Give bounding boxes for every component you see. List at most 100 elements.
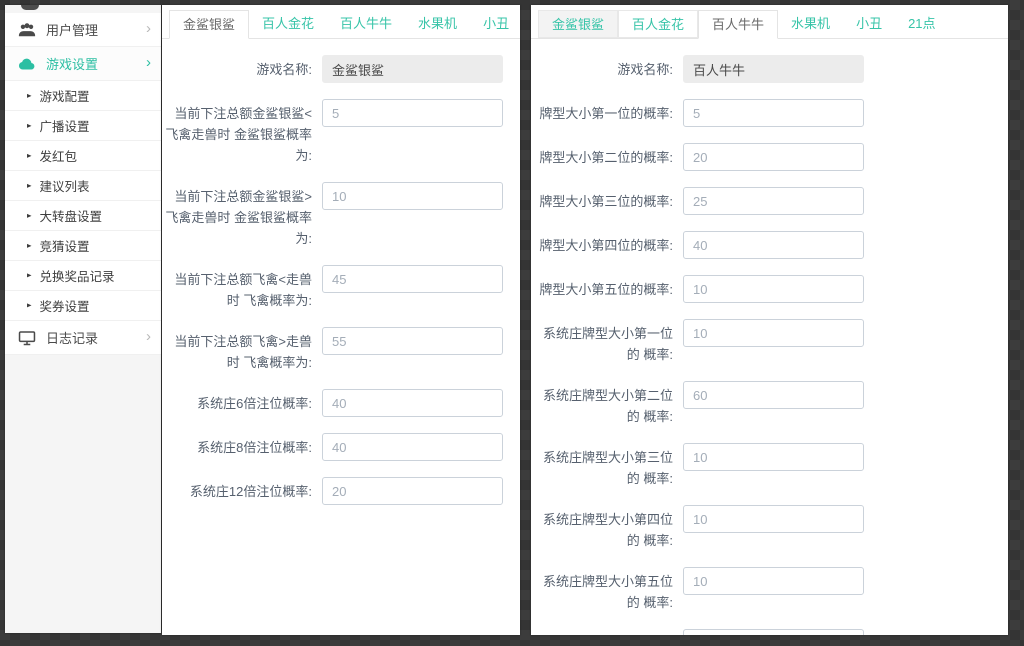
field-label: 系统庄6倍注位概率: — [162, 389, 312, 414]
tab-21点[interactable]: 21点 — [895, 10, 948, 38]
tab-小丑[interactable]: 小丑 — [843, 10, 895, 38]
tab-百人牛牛[interactable]: 百人牛牛 — [698, 10, 778, 39]
sidebar-subitem-label: 奖券设置 — [40, 296, 151, 315]
submenu-arrow-icon: ▸ — [27, 241, 32, 251]
field-input[interactable] — [683, 187, 864, 215]
chevron-right-icon: › — [146, 329, 151, 346]
field-input[interactable] — [683, 319, 864, 347]
field-label: 抽水百分比: — [531, 629, 673, 635]
field-label: 系统庄牌型大小第三位的 概率: — [531, 443, 673, 489]
field-input[interactable] — [683, 143, 864, 171]
game-tabs-left: 金鲨银鲨百人金花百人牛牛水果机小丑21点 — [162, 10, 520, 39]
field-label: 系统庄牌型大小第一位的 概率: — [531, 319, 673, 365]
field-input[interactable] — [322, 265, 503, 293]
field-input[interactable] — [322, 99, 503, 127]
field-label: 系统庄牌型大小第五位的 概率: — [531, 567, 673, 613]
field-input[interactable] — [683, 99, 864, 127]
sidebar-item-兑换奖品记录[interactable]: ▸兑换奖品记录 — [5, 261, 161, 291]
field-input[interactable] — [322, 327, 503, 355]
sidebar-item-竞猜设置[interactable]: ▸ 竞猜设置 — [5, 231, 161, 261]
tab-小丑[interactable]: 小丑 — [470, 10, 520, 38]
sidebar-item-日志记录[interactable]: 日志记录› — [5, 321, 161, 355]
game-tabs-right: 金鲨银鲨百人金花百人牛牛水果机小丑21点 — [531, 10, 1008, 39]
tab-百人金花[interactable]: 百人金花 — [618, 10, 698, 38]
sidebar-subitem-label: 大转盘设置 — [40, 206, 151, 225]
form-field-row: 牌型大小第五位的概率: — [531, 275, 1008, 303]
sidebar-item-建议列表[interactable]: ▸ 建议列表 — [5, 171, 161, 201]
form-field-row: 当前下注总额金鲨银鲨< 飞禽走兽时 金鲨银鲨概率为: — [162, 99, 520, 166]
field-input[interactable] — [322, 182, 503, 210]
users-icon — [17, 21, 37, 39]
field-input[interactable] — [322, 477, 503, 505]
game-name-input — [322, 55, 503, 83]
sidebar-subitem-label: 建议列表 — [40, 176, 151, 195]
game-settings-panel-shark: 金鲨银鲨百人金花百人牛牛水果机小丑21点 游戏名称: 当前下注总额金鲨银鲨< 飞禽… — [162, 5, 520, 635]
sidebar-item-发红包[interactable]: ▸发红包 — [5, 141, 161, 171]
form-field-row: 系统庄牌型大小第二位的 概率: — [531, 381, 1008, 427]
field-label: 系统庄牌型大小第二位的 概率: — [531, 381, 673, 427]
monitor-icon — [17, 329, 37, 347]
submenu-arrow-icon: ▸ — [27, 91, 32, 101]
field-input[interactable] — [683, 629, 864, 635]
field-input[interactable] — [683, 381, 864, 409]
form-field-row: 系统庄牌型大小第一位的 概率: — [531, 319, 1008, 365]
cloud-icon — [17, 55, 37, 73]
tab-百人金花[interactable]: 百人金花 — [249, 10, 327, 38]
field-label: 当前下注总额金鲨银鲨< 飞禽走兽时 金鲨银鲨概率为: — [162, 99, 312, 166]
form-field-row: 当前下注总额飞禽<走兽 时 飞禽概率为: — [162, 265, 520, 311]
sidebar-item-大转盘设置[interactable]: ▸ 大转盘设置 — [5, 201, 161, 231]
field-label: 牌型大小第五位的概率: — [531, 275, 673, 300]
chevron-right-icon: › — [146, 55, 151, 72]
field-input[interactable] — [683, 567, 864, 595]
field-input[interactable] — [322, 389, 503, 417]
tab-金鲨银鲨[interactable]: 金鲨银鲨 — [169, 10, 249, 39]
submenu-arrow-icon: ▸ — [27, 181, 32, 191]
sidebar-subitem-label: 广播设置 — [40, 116, 151, 135]
form-field-row: 当前下注总额飞禽>走兽 时 飞禽概率为: — [162, 327, 520, 373]
field-label: 系统庄8倍注位概率: — [162, 433, 312, 458]
tab-金鲨银鲨[interactable]: 金鲨银鲨 — [538, 10, 618, 38]
field-label: 牌型大小第三位的概率: — [531, 187, 673, 212]
form-field-row: 系统庄牌型大小第五位的 概率: — [531, 567, 1008, 613]
game-name-input — [683, 55, 864, 83]
submenu-arrow-icon: ▸ — [27, 211, 32, 221]
tab-水果机[interactable]: 水果机 — [778, 10, 843, 38]
tab-百人牛牛[interactable]: 百人牛牛 — [327, 10, 405, 38]
submenu-arrow-icon: ▸ — [27, 301, 32, 311]
field-label: 当前下注总额飞禽>走兽 时 飞禽概率为: — [162, 327, 312, 373]
game-settings-panel-niuniu: 金鲨银鲨百人金花百人牛牛水果机小丑21点 游戏名称: 牌型大小第一位的概率: 牌型大… — [531, 5, 1008, 635]
field-label: 牌型大小第一位的概率: — [531, 99, 673, 124]
form-field-row: 系统庄牌型大小第四位的 概率: — [531, 505, 1008, 551]
game-name-row: 游戏名称: — [162, 55, 520, 83]
sidebar-item-游戏设置[interactable]: 游戏设置› — [5, 47, 161, 81]
cutoff-menu-icon — [21, 5, 39, 10]
field-input[interactable] — [683, 443, 864, 471]
field-label: 牌型大小第二位的概率: — [531, 143, 673, 168]
field-input[interactable] — [322, 433, 503, 461]
tab-水果机[interactable]: 水果机 — [405, 10, 470, 38]
game-name-label: 游戏名称: — [531, 55, 673, 80]
sidebar: 用户管理›游戏设置›▸游戏配置▸广播设置▸发红包▸建议列表▸大转盘设置▸竞猜设置… — [5, 5, 161, 633]
sidebar-item-游戏配置[interactable]: ▸游戏配置 — [5, 81, 161, 111]
sidebar-item-用户管理[interactable]: 用户管理› — [5, 13, 161, 47]
sidebar-item-奖券设置[interactable]: ▸ 奖券设置 — [5, 291, 161, 321]
game-name-label: 游戏名称: — [162, 55, 312, 80]
game-form-left: 游戏名称:当前下注总额金鲨银鲨< 飞禽走兽时 金鲨银鲨概率为:当前下注总额金鲨银… — [162, 39, 520, 505]
form-field-row: 牌型大小第二位的概率: — [531, 143, 1008, 171]
game-form-right: 游戏名称: 牌型大小第一位的概率: 牌型大小第二位的概率: 牌型大小第三位的概率: 牌型… — [531, 39, 1008, 635]
sidebar-item-label: 用户管理 — [46, 20, 146, 39]
form-field-row: 牌型大小第四位的概率: — [531, 231, 1008, 259]
field-label: 系统庄牌型大小第四位的 概率: — [531, 505, 673, 551]
form-field-row: 牌型大小第三位的概率: — [531, 187, 1008, 215]
sidebar-subitem-label: 竞猜设置 — [40, 236, 151, 255]
form-field-row: 系统庄8倍注位概率: — [162, 433, 520, 461]
form-field-row: 抽水百分比: — [531, 629, 1008, 635]
field-input[interactable] — [683, 275, 864, 303]
sidebar-item-label: 日志记录 — [46, 328, 146, 347]
sidebar-item-广播设置[interactable]: ▸ 广播设置 — [5, 111, 161, 141]
submenu-arrow-icon: ▸ — [27, 121, 32, 131]
field-label: 系统庄12倍注位概率: — [162, 477, 312, 502]
form-field-row: 系统庄12倍注位概率: — [162, 477, 520, 505]
field-input[interactable] — [683, 231, 864, 259]
field-input[interactable] — [683, 505, 864, 533]
